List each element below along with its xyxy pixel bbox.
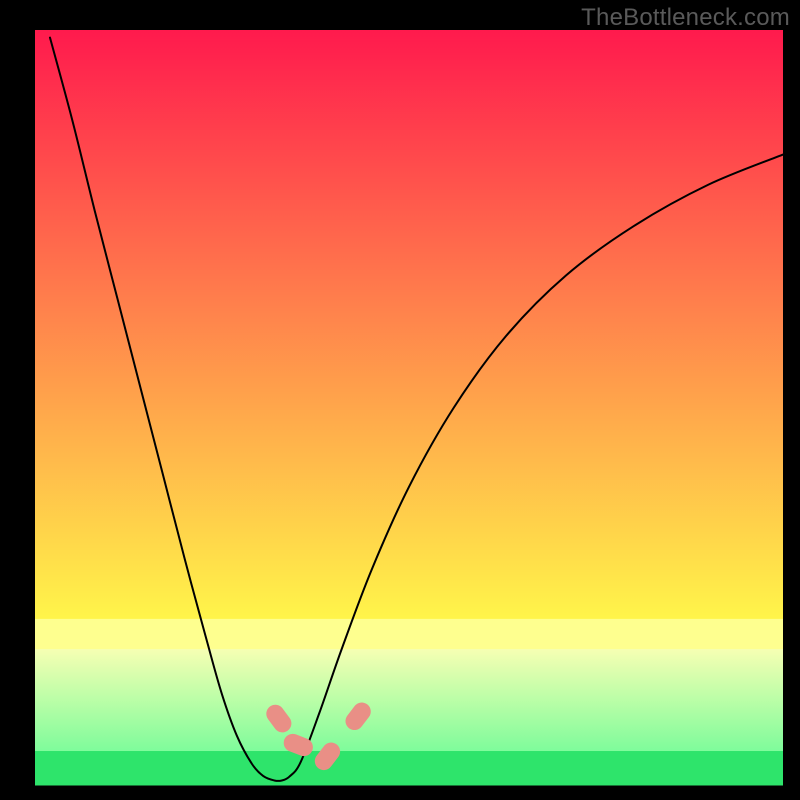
watermark-text: TheBottleneck.com	[581, 4, 790, 32]
chart-container: TheBottleneck.com	[0, 0, 800, 800]
chart-plot	[0, 0, 800, 800]
chart-svg	[0, 0, 800, 800]
